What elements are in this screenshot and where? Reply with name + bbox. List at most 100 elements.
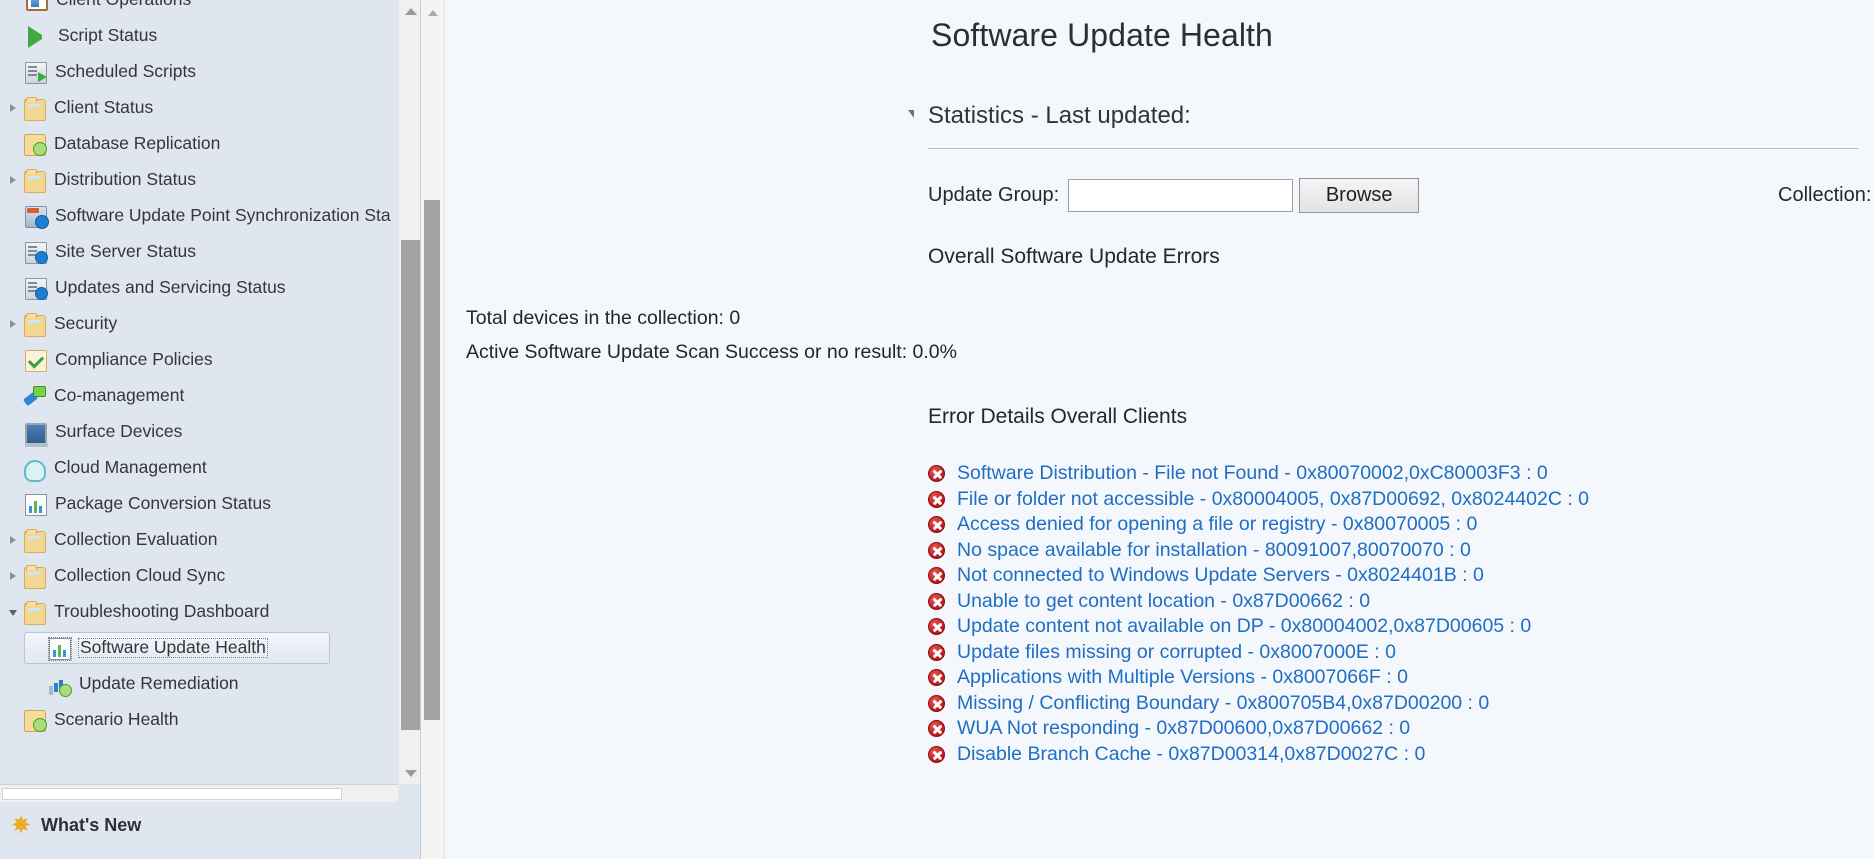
sidebar-item-label: Cloud Management: [54, 457, 207, 478]
update-group-input[interactable]: [1068, 178, 1294, 212]
sidebar-horizontal-scroll-thumb[interactable]: [2, 788, 342, 800]
folder-icon: [24, 97, 46, 121]
error-link[interactable]: Access denied for opening a file or regi…: [957, 513, 1477, 536]
sidebar-item-package-conversion-status[interactable]: Package Conversion Status: [0, 486, 400, 522]
sidebar-item-distribution-status[interactable]: Distribution Status: [0, 162, 400, 198]
sidebar-item-label: Updates and Servicing Status: [55, 277, 286, 298]
page-title-text: Software Update Health: [931, 17, 1273, 53]
sidebar-item-partial[interactable]: [0, 849, 398, 859]
main-vertical-scroll-thumb[interactable]: [424, 200, 440, 720]
server-arrow-icon: [25, 61, 47, 84]
scroll-down-arrow-icon[interactable]: [399, 762, 420, 784]
error-link[interactable]: Disable Branch Cache - 0x87D00314,0x87D0…: [957, 743, 1425, 766]
error-list-item[interactable]: No space available for installation - 80…: [928, 538, 1874, 564]
statistics-section-header[interactable]: Statistics - Last updated:: [908, 102, 1874, 130]
error-link[interactable]: WUA Not responding - 0x87D00600,0x87D006…: [957, 717, 1410, 740]
sidebar-item-updates-and-servicing-status[interactable]: Updates and Servicing Status: [0, 270, 400, 306]
folder-icon: [24, 565, 46, 589]
update-group-field-group: Update Group: Browse: [928, 177, 1420, 213]
statistics-lines: Total devices in the collection: 0 Active…: [466, 301, 1874, 369]
chevron-right-icon[interactable]: [2, 536, 24, 544]
sidebar-item-label: Surface Devices: [55, 421, 183, 442]
sidebar-item-client-status[interactable]: Client Status: [0, 90, 400, 126]
chevron-right-icon[interactable]: [2, 320, 24, 328]
update-group-label: Update Group:: [928, 183, 1060, 206]
sidebar-item-whats-new[interactable]: ✵ What's New: [0, 803, 398, 847]
error-icon: [928, 694, 945, 712]
server-info-icon: [25, 277, 48, 300]
sidebar-item-label: Update Remediation: [79, 673, 239, 694]
chevron-right-icon[interactable]: [2, 176, 24, 184]
update-group-browse-button[interactable]: Browse: [1299, 177, 1420, 213]
error-link[interactable]: No space available for installation - 80…: [957, 539, 1471, 562]
sidebar-item-client-operations[interactable]: Client Operations: [0, 0, 400, 18]
chevron-down-icon[interactable]: [2, 609, 24, 616]
error-icon: [928, 592, 945, 610]
statistic-line: Total devices in the collection: 0: [466, 307, 741, 329]
error-list-item[interactable]: Unable to get content location - 0x87D00…: [928, 589, 1874, 615]
sidebar-item-scenario-health[interactable]: Scenario Health: [0, 702, 400, 738]
chevron-right-icon[interactable]: [2, 104, 24, 112]
sidebar-item-surface-devices[interactable]: Surface Devices: [0, 414, 400, 450]
error-list-item[interactable]: Missing / Conflicting Boundary - 0x80070…: [928, 691, 1874, 717]
server-info-icon: [25, 241, 48, 264]
folder-icon: [24, 529, 46, 553]
triangle-down-icon[interactable]: [908, 110, 914, 118]
error-list-item[interactable]: File or folder not accessible - 0x800040…: [928, 487, 1874, 513]
sidebar-vertical-scrollbar[interactable]: [398, 0, 420, 784]
error-list-item[interactable]: Update files missing or corrupted - 0x80…: [928, 640, 1874, 666]
error-details-list: Software Distribution - File not Found -…: [928, 461, 1874, 767]
sidebar-item-co-management[interactable]: Co-management: [0, 378, 400, 414]
error-link[interactable]: Not connected to Windows Update Servers …: [957, 564, 1484, 587]
error-list-item[interactable]: Software Distribution - File not Found -…: [928, 461, 1874, 487]
error-list-item[interactable]: Disable Branch Cache - 0x87D00314,0x87D0…: [928, 742, 1874, 768]
error-icon: [928, 720, 945, 738]
sidebar-item-scheduled-scripts[interactable]: Scheduled Scripts: [0, 54, 400, 90]
error-link[interactable]: Update content not available on DP - 0x8…: [957, 615, 1531, 638]
chevron-right-icon[interactable]: [2, 572, 24, 580]
error-list-item[interactable]: Update content not available on DP - 0x8…: [928, 614, 1874, 640]
sidebar-item-script-status[interactable]: Script Status: [0, 18, 400, 54]
error-link[interactable]: Software Distribution - File not Found -…: [957, 462, 1548, 485]
scroll-up-arrow-icon[interactable]: [399, 0, 420, 22]
error-link[interactable]: Missing / Conflicting Boundary - 0x80070…: [957, 692, 1489, 715]
error-link[interactable]: File or folder not accessible - 0x800040…: [957, 488, 1589, 511]
sidebar-item-site-server-status[interactable]: Site Server Status: [0, 234, 400, 270]
error-list-item[interactable]: Applications with Multiple Versions - 0x…: [928, 665, 1874, 691]
sidebar-item-update-remediation[interactable]: Update Remediation: [0, 666, 400, 702]
laptop-icon: [25, 422, 48, 447]
sidebar-item-troubleshooting-dashboard[interactable]: Troubleshooting Dashboard: [0, 594, 400, 630]
error-list-item[interactable]: WUA Not responding - 0x87D00600,0x87D006…: [928, 716, 1874, 742]
error-icon: [928, 490, 945, 508]
error-list-item[interactable]: Access denied for opening a file or regi…: [928, 512, 1874, 538]
sidebar-item-compliance-policies[interactable]: Compliance Policies: [0, 342, 400, 378]
sidebar-item-collection-evaluation[interactable]: Collection Evaluation: [0, 522, 400, 558]
sidebar-vertical-scroll-thumb[interactable]: [401, 240, 420, 730]
error-link[interactable]: Update files missing or corrupted - 0x80…: [957, 641, 1396, 664]
section-divider: [928, 148, 1858, 149]
sidebar-item-software-update-health[interactable]: Software Update Health: [0, 630, 400, 666]
sidebar-item-security[interactable]: Security: [0, 306, 400, 342]
error-list-item[interactable]: Not connected to Windows Update Servers …: [928, 563, 1874, 589]
clipboard-icon: [26, 0, 48, 11]
error-details-heading: Error Details Overall Clients: [928, 405, 1188, 428]
sync-icon: [25, 206, 49, 229]
monitoring-tree[interactable]: Client Operations Script Status Scheduled …: [0, 0, 400, 766]
statistics-section-label: Statistics - Last updated:: [928, 102, 1191, 129]
error-link[interactable]: Unable to get content location - 0x87D00…: [957, 590, 1370, 613]
dashboard-content: Software Update Health Statistics - Last…: [446, 0, 1874, 859]
sidebar-horizontal-scrollbar[interactable]: [0, 784, 398, 802]
sidebar-item-database-replication[interactable]: Database Replication: [0, 126, 400, 162]
main-vertical-scrollbar[interactable]: [421, 0, 445, 859]
sidebar-item-label: Distribution Status: [54, 169, 197, 190]
sidebar-item-label: Co-management: [54, 385, 185, 406]
sidebar-item-label: Client Status: [54, 97, 154, 118]
sidebar-item-cloud-management[interactable]: Cloud Management: [0, 450, 400, 486]
bar-chart-icon: [25, 494, 47, 516]
sidebar-item-label: Database Replication: [54, 133, 221, 154]
sidebar-item-software-update-point-synchronization-sta[interactable]: Software Update Point Synchronization St…: [0, 198, 400, 234]
folder-icon: [24, 601, 46, 625]
error-link[interactable]: Applications with Multiple Versions - 0x…: [957, 666, 1408, 689]
sidebar-item-collection-cloud-sync[interactable]: Collection Cloud Sync: [0, 558, 400, 594]
sidebar-item-assets-and-compliance[interactable]: [0, 849, 398, 859]
